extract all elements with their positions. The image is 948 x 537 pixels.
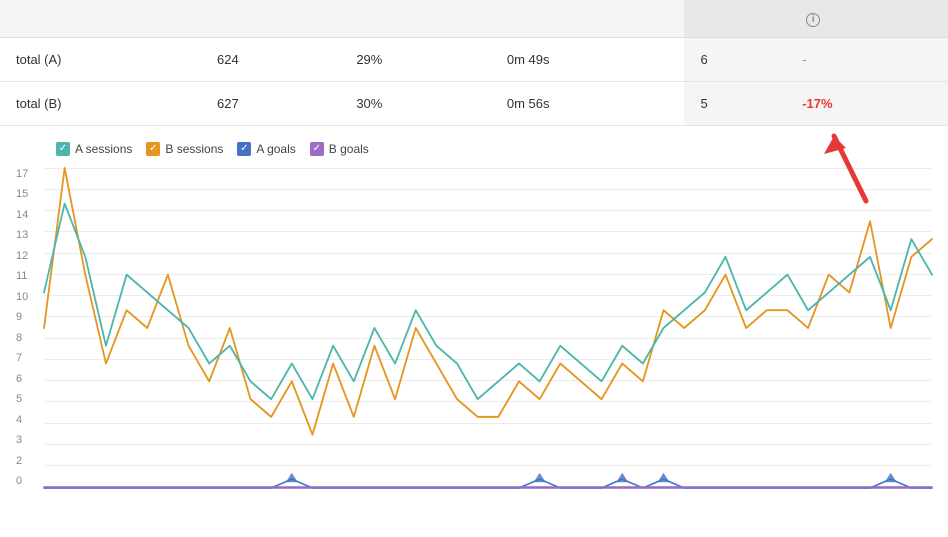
y-axis-label: 4 [16,414,36,426]
cell-variant: total (B) [0,81,201,125]
cell-avg-session: 0m 56s [491,81,685,125]
y-axis-label: 11 [16,270,36,282]
legend-item[interactable]: ✓ B goals [310,142,369,156]
chart-area [44,168,932,488]
y-axis-label: 7 [16,352,36,364]
chart-legend: ✓ A sessions ✓ B sessions ✓ A goals ✓ B goals [56,142,369,156]
chart-wrapper: 0 2 3 4 5 6 7 8 9 10 11 12 13 14 15 17 [16,168,932,488]
y-axis-label: 13 [16,229,36,241]
data-table: i total (A) 624 29% 0m 49s 6 - total (B)… [0,0,948,126]
col-header-avg-session [491,0,685,37]
chart-section: ✓ A sessions ✓ B sessions ✓ A goals ✓ B goals 0… [0,126,948,496]
legend-label: B goals [329,142,369,156]
legend-item[interactable]: ✓ A sessions [56,142,132,156]
legend-item[interactable]: ✓ B sessions [146,142,223,156]
col-header-sessions [201,0,340,37]
cell-goal: 6 [684,37,786,81]
table-row: total (B) 627 30% 0m 56s 5 -17% [0,81,948,125]
y-axis-label: 5 [16,393,36,405]
info-icon[interactable]: i [806,13,820,27]
legend-color-box: ✓ [56,142,70,156]
col-header-improvement: i [786,0,948,37]
cell-sessions: 627 [201,81,340,125]
col-header-goal [684,0,786,37]
y-axis-label: 17 [16,168,36,180]
cell-scrolls: 29% [340,37,491,81]
y-axis-label: 2 [16,455,36,467]
legend-label: A sessions [75,142,132,156]
col-header-scrolls [340,0,491,37]
legend-color-box: ✓ [237,142,251,156]
y-axis-label: 3 [16,434,36,446]
chart-svg [44,168,932,488]
chart-header: ✓ A sessions ✓ B sessions ✓ A goals ✓ B goals [16,142,932,156]
table-row: total (A) 624 29% 0m 49s 6 - [0,37,948,81]
cell-goal: 5 [684,81,786,125]
cell-scrolls: 30% [340,81,491,125]
y-axis-label: 9 [16,311,36,323]
col-header-variants [0,0,201,37]
cell-improvement: -17% [786,81,948,125]
cell-variant: total (A) [0,37,201,81]
cell-improvement: - [786,37,948,81]
y-axis-label: 12 [16,250,36,262]
cell-avg-session: 0m 49s [491,37,685,81]
legend-color-box: ✓ [146,142,160,156]
y-axis-label: 8 [16,332,36,344]
y-axis-label: 15 [16,188,36,200]
y-axis-label: 6 [16,373,36,385]
y-axis: 0 2 3 4 5 6 7 8 9 10 11 12 13 14 15 17 [16,168,44,488]
cell-sessions: 624 [201,37,340,81]
y-axis-label: 10 [16,291,36,303]
legend-label: A goals [256,142,295,156]
legend-label: B sessions [165,142,223,156]
legend-item[interactable]: ✓ A goals [237,142,295,156]
y-axis-label: 0 [16,475,36,487]
legend-color-box: ✓ [310,142,324,156]
y-axis-label: 14 [16,209,36,221]
